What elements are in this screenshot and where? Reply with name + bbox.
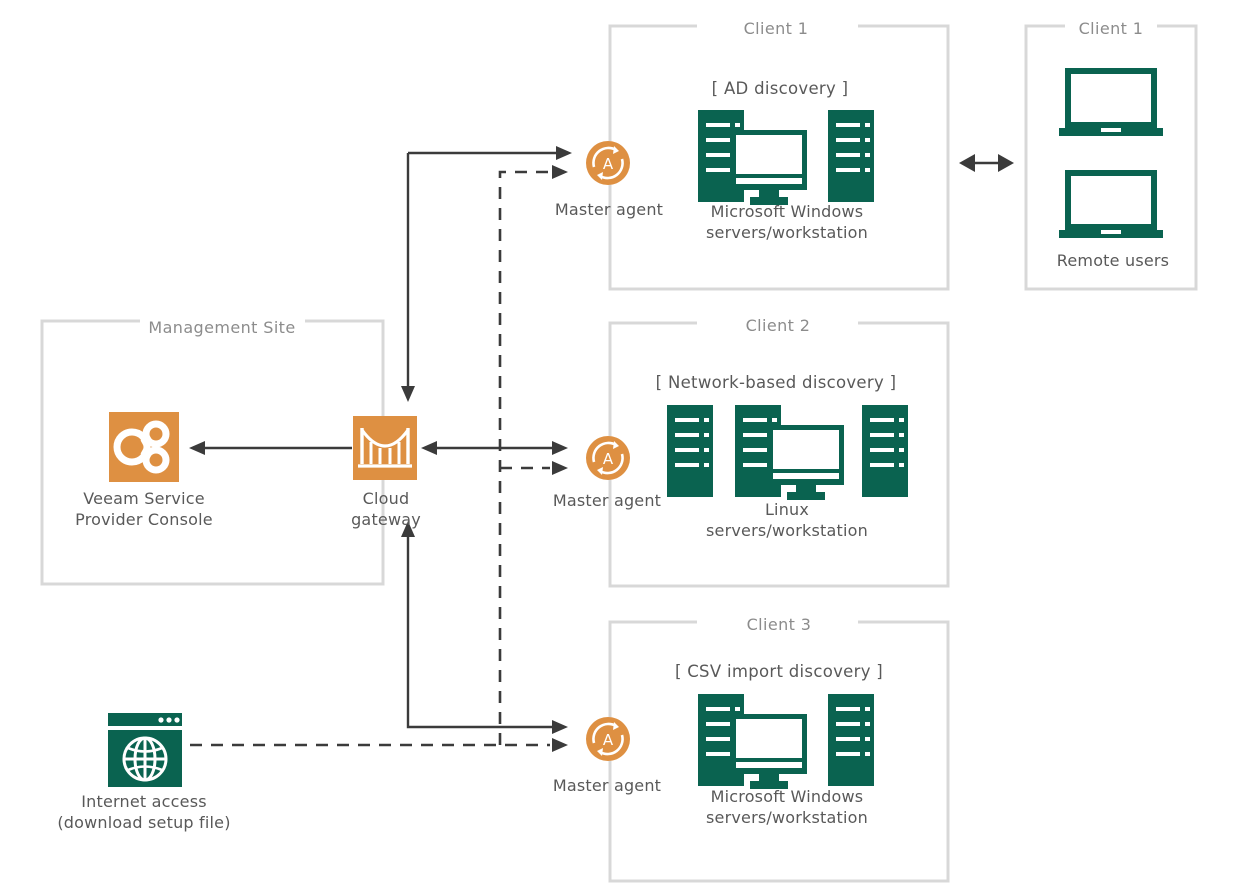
cloud-gateway-label-line-2: gateway — [351, 510, 421, 529]
group-label-client-1: Client 1 — [744, 19, 809, 38]
linux-hosts-label-line-1: Linux — [765, 500, 809, 519]
discovery-label-client-1: [ AD discovery ] — [712, 79, 849, 98]
windows-hosts-1-label-line-1: Microsoft Windows — [711, 202, 864, 221]
master-agent-3-label: Master agent — [553, 776, 661, 795]
group-label-management-site: Management Site — [148, 318, 295, 337]
master-agent-1-label: Master agent — [555, 200, 663, 219]
vspc-label-line-1: Veeam Service — [83, 489, 205, 508]
diagram-canvas: A Management Site Client 1 Client 2 Clie… — [0, 0, 1236, 892]
discovery-label-client-3: [ CSV import discovery ] — [675, 662, 883, 681]
group-label-client-3: Client 3 — [747, 615, 812, 634]
internet-access-label-line-1: Internet access — [81, 792, 207, 811]
windows-hosts-3-label-line-1: Microsoft Windows — [711, 787, 864, 806]
master-agent-2-label: Master agent — [553, 491, 661, 510]
cloud-gateway-label-line-1: Cloud — [363, 489, 410, 508]
diagram-text-layer: Management Site Client 1 Client 2 Client… — [57, 19, 1169, 832]
group-label-client-1-remote: Client 1 — [1079, 19, 1144, 38]
discovery-label-client-2: [ Network-based discovery ] — [656, 373, 897, 392]
group-label-client-2: Client 2 — [746, 316, 811, 335]
internet-access-label-line-2: (download setup file) — [57, 813, 230, 832]
windows-hosts-1-label-line-2: servers/workstation — [706, 223, 868, 242]
linux-hosts-label-line-2: servers/workstation — [706, 521, 868, 540]
remote-users-label: Remote users — [1057, 251, 1169, 270]
windows-hosts-3-label-line-2: servers/workstation — [706, 808, 868, 827]
vspc-label-line-2: Provider Console — [75, 510, 213, 529]
